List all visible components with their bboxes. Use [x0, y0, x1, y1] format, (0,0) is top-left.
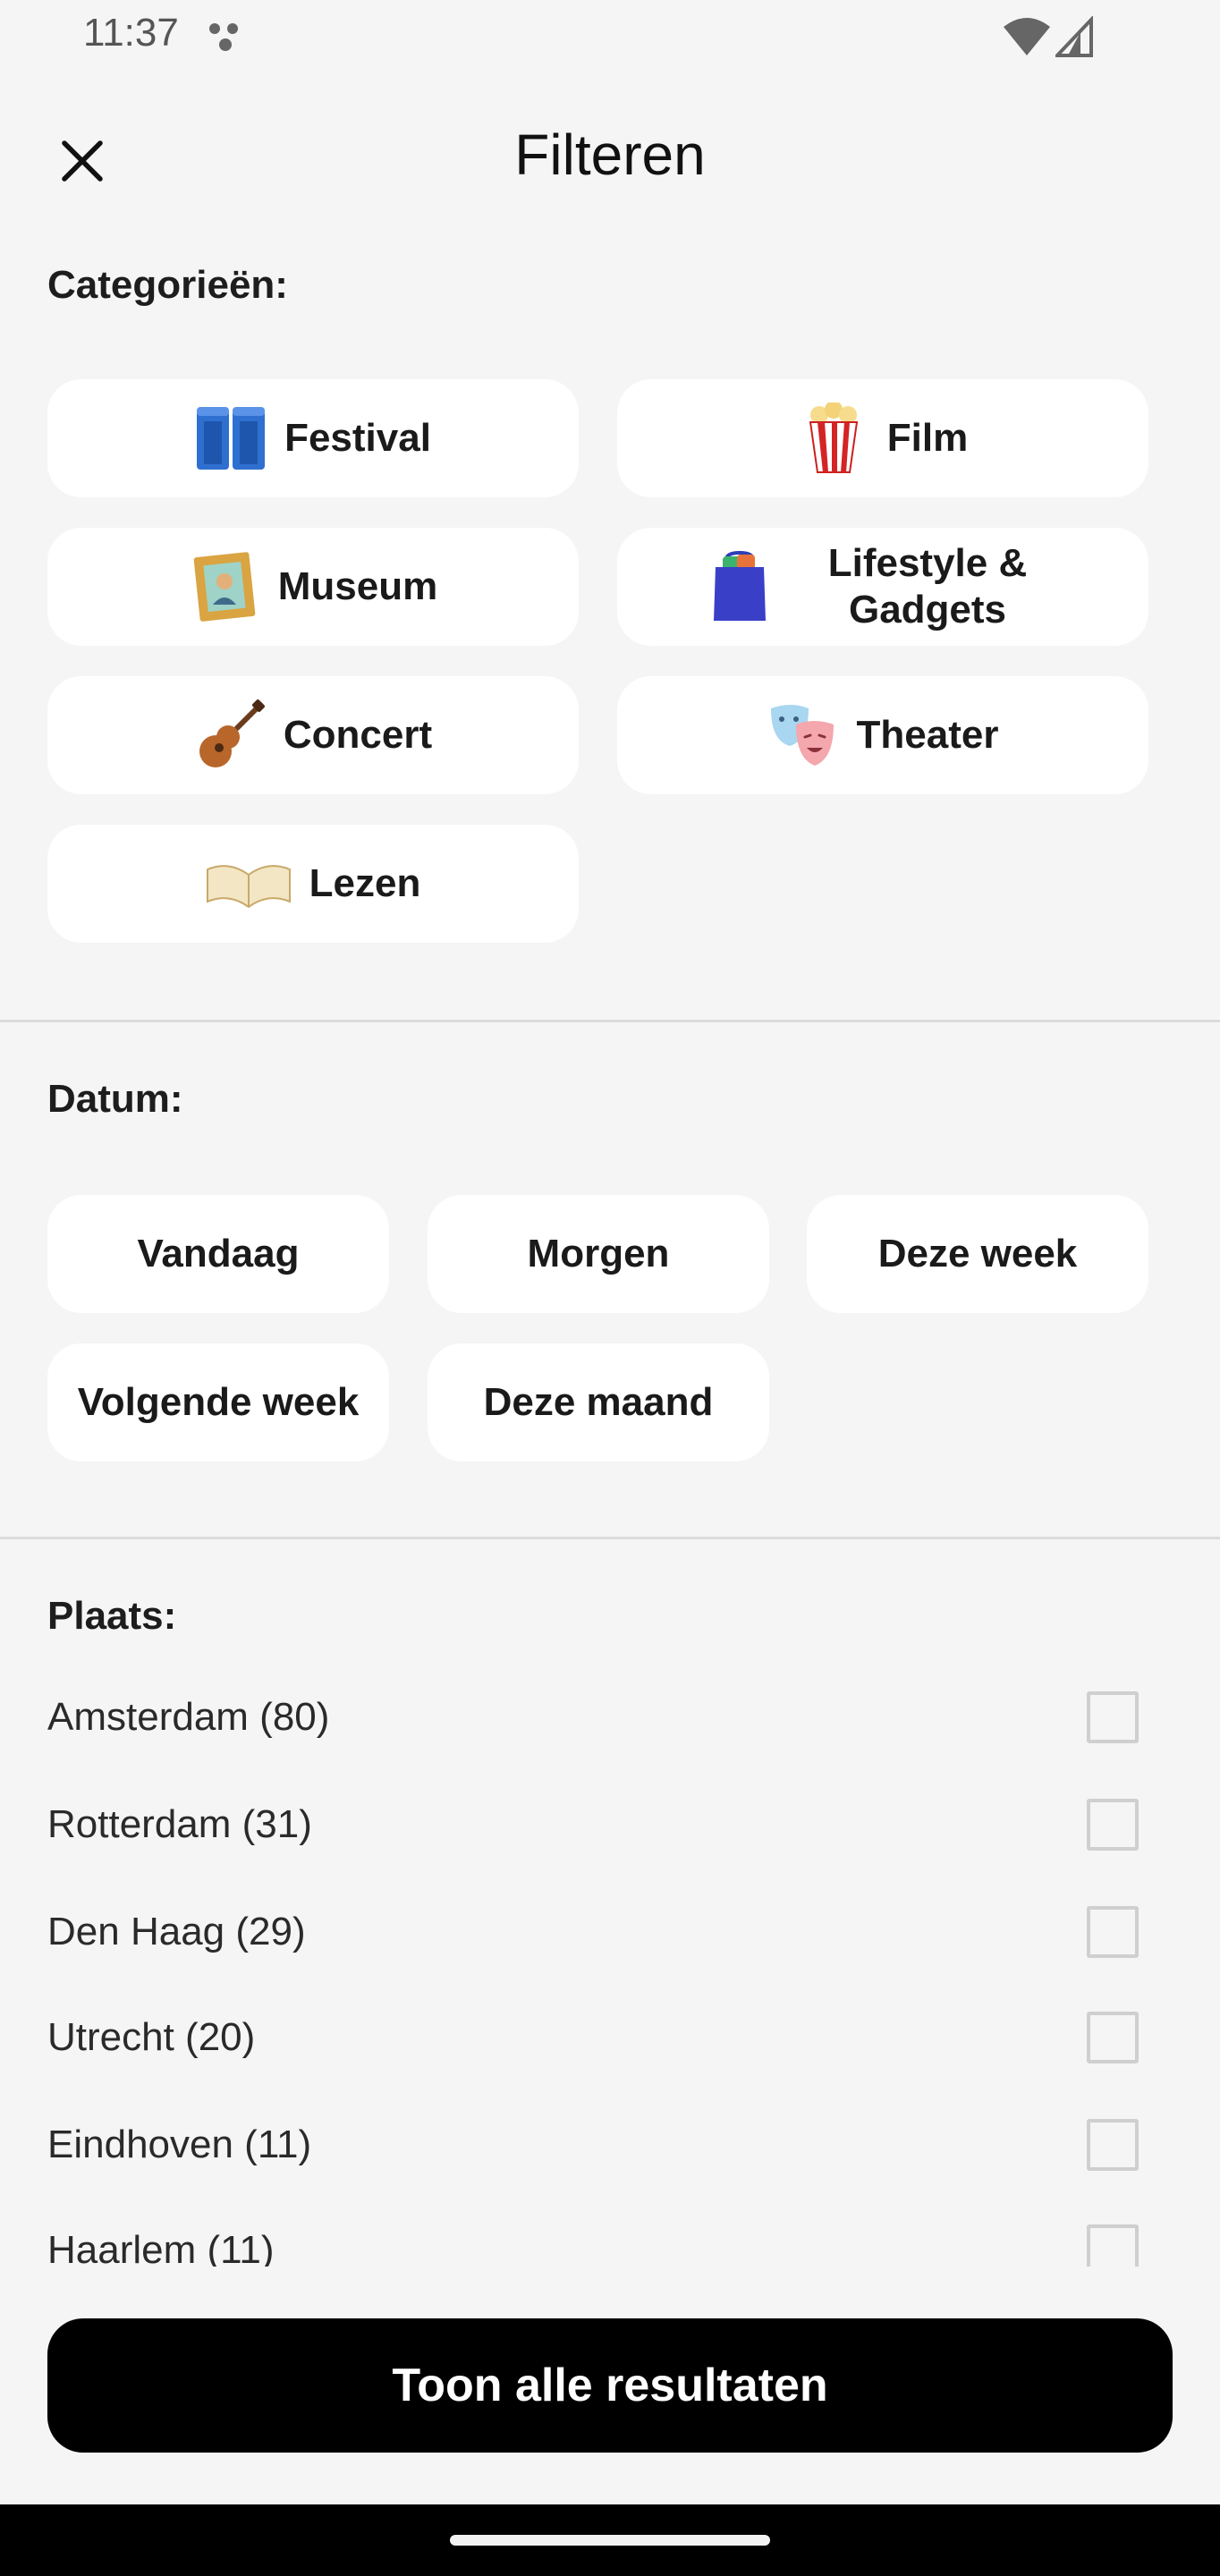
- notification-dots-icon: [209, 23, 238, 51]
- place-checkbox[interactable]: [1087, 2119, 1139, 2171]
- category-label: Lifestyle & Gadgets: [827, 541, 1028, 631]
- signal-icon: [1055, 16, 1093, 57]
- place-checkbox[interactable]: [1087, 1691, 1139, 1743]
- date-option-label: Deze maand: [483, 1380, 714, 1425]
- popcorn-icon: [798, 402, 869, 474]
- shopping-bag-icon: [704, 551, 775, 623]
- place-row-rotterdam[interactable]: Rotterdam (31): [47, 1780, 1148, 1869]
- place-name: Eindhoven (11): [47, 2123, 312, 2166]
- category-label: Theater: [856, 713, 999, 758]
- place-name: Amsterdam (80): [47, 1695, 330, 1739]
- place-name: Den Haag (29): [47, 1910, 306, 1953]
- place-label: Plaats:: [47, 1594, 177, 1638]
- date-option-label: Volgende week: [77, 1380, 360, 1425]
- place-checkbox[interactable]: [1087, 1906, 1139, 1958]
- categories-label: Categorieën:: [47, 263, 288, 307]
- date-option-deze-maand[interactable]: Deze maand: [428, 1343, 769, 1462]
- date-option-deze-week[interactable]: Deze week: [807, 1195, 1148, 1313]
- place-row-utrecht[interactable]: Utrecht (20): [47, 1993, 1148, 2082]
- category-museum[interactable]: Museum: [47, 528, 579, 646]
- home-indicator[interactable]: [450, 2535, 770, 2546]
- category-label: Festival: [284, 416, 431, 461]
- section-divider: [0, 1537, 1220, 1539]
- place-name: Utrecht (20): [47, 2015, 256, 2059]
- date-option-label: Vandaag: [137, 1232, 300, 1276]
- page-title: Filteren: [514, 123, 706, 187]
- framed-picture-icon: [189, 551, 260, 623]
- place-checkbox[interactable]: [1087, 2012, 1139, 2063]
- place-name: Rotterdam (31): [47, 1802, 312, 1846]
- date-option-morgen[interactable]: Morgen: [428, 1195, 769, 1313]
- place-row-den-haag[interactable]: Den Haag (29): [47, 1887, 1148, 1977]
- date-option-vandaag[interactable]: Vandaag: [47, 1195, 389, 1313]
- guitar-icon: [194, 699, 266, 771]
- open-book-icon: [206, 848, 292, 919]
- category-label: Concert: [283, 713, 433, 758]
- header: Filteren: [0, 107, 1220, 206]
- category-lifestyle-gadgets[interactable]: Lifestyle & Gadgets: [617, 528, 1148, 646]
- category-label: Museum: [277, 564, 438, 609]
- date-label: Datum:: [47, 1077, 183, 1121]
- date-option-volgende-week[interactable]: Volgende week: [47, 1343, 389, 1462]
- category-festival[interactable]: Festival: [47, 379, 579, 497]
- category-label: Lezen: [309, 861, 421, 906]
- status-bar: 11:37: [0, 0, 1220, 75]
- category-concert[interactable]: Concert: [47, 676, 579, 794]
- category-label: Film: [886, 416, 969, 461]
- section-divider: [0, 1020, 1220, 1022]
- date-option-label: Morgen: [527, 1232, 670, 1276]
- show-results-button[interactable]: Toon alle resultaten: [47, 2318, 1173, 2453]
- place-row-amsterdam[interactable]: Amsterdam (80): [47, 1673, 1148, 1762]
- theater-masks-icon: [767, 699, 839, 771]
- portable-toilet-icon: [195, 402, 267, 474]
- category-lezen[interactable]: Lezen: [47, 825, 579, 943]
- place-row-eindhoven[interactable]: Eindhoven (11): [47, 2100, 1148, 2190]
- place-checkbox[interactable]: [1087, 1799, 1139, 1851]
- wifi-icon: [1004, 18, 1050, 55]
- status-time: 11:37: [83, 11, 179, 55]
- date-option-label: Deze week: [877, 1232, 1078, 1276]
- category-theater[interactable]: Theater: [617, 676, 1148, 794]
- category-film[interactable]: Film: [617, 379, 1148, 497]
